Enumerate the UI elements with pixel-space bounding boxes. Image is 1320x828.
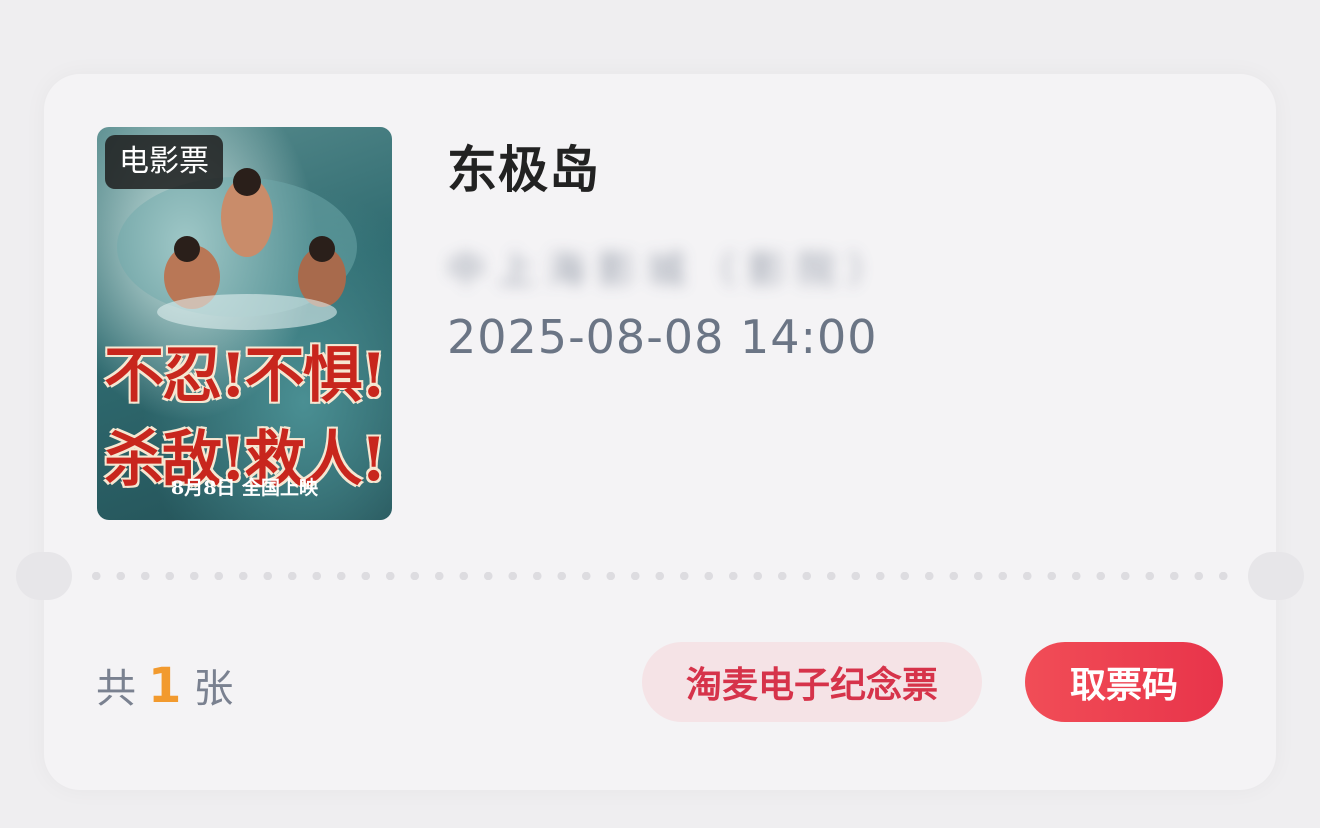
perforation-dots: [84, 572, 1236, 580]
souvenir-ticket-button[interactable]: 淘麦电子纪念票: [642, 642, 982, 722]
ticket-code-label: 取票码: [1069, 665, 1178, 706]
poster-release-date: 8月8日 全国上映: [170, 477, 319, 499]
ticket-code-button[interactable]: 取票码: [1025, 642, 1223, 722]
souvenir-ticket-label: 淘麦电子纪念票: [685, 665, 938, 706]
movie-title: 东极岛: [447, 141, 600, 199]
ticket-count: 共1张: [96, 656, 233, 714]
cinema-name: 中 上 海 影 城 （ 影 院 ）: [447, 248, 886, 292]
movie-poster[interactable]: 电影票 不忍!不惧! 杀敌!救人! 8月8日 全国上映: [97, 127, 392, 520]
perforation-notch-right: [1248, 552, 1304, 600]
showtime: 2025-08-08 14:00: [447, 310, 878, 364]
poster-slogan-line1: 不忍!不惧!: [104, 341, 387, 411]
ticket-count-value: 1: [148, 658, 182, 714]
ticket-card[interactable]: 电影票 不忍!不惧! 杀敌!救人! 8月8日 全国上映 东极岛 中 上 海 影 …: [16, 74, 1304, 790]
ticket-count-suffix: 张: [193, 666, 234, 712]
ticket-perforation: [16, 552, 1304, 600]
perforation-notch-left: [16, 552, 72, 600]
ticket-count-prefix: 共: [96, 666, 136, 712]
poster-badge: 电影票: [105, 135, 223, 189]
